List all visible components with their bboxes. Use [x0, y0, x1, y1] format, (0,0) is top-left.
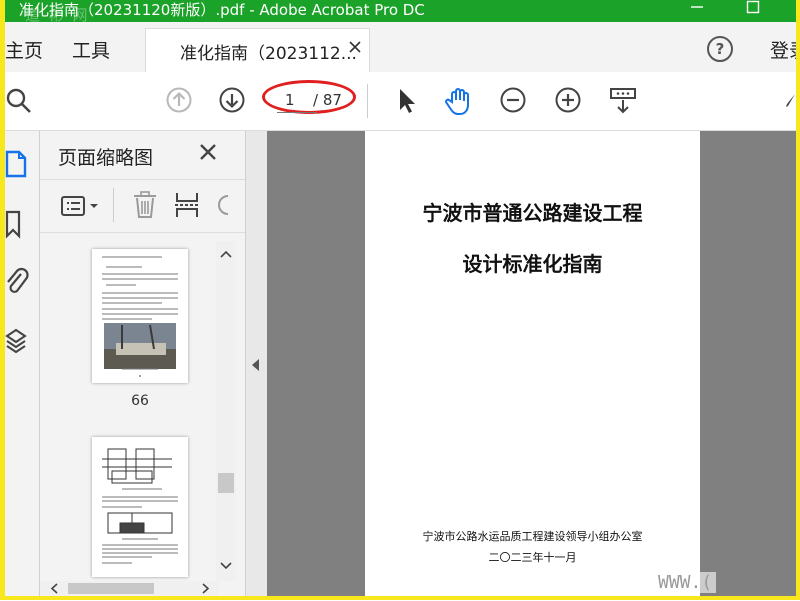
window-title: 准化指南（20231120新版）.pdf - Adobe Acrobat Pro…	[19, 1, 425, 19]
options-menu-button[interactable]	[60, 194, 104, 224]
www-watermark: WWW.(	[654, 572, 717, 593]
vertical-scroll-thumb[interactable]	[218, 473, 234, 493]
tab-document-label: 准化指南（2023112...	[180, 44, 357, 64]
document-issuer: 宁波市公路水运品质工程建设领导小组办公室	[422, 530, 643, 543]
thumbnail-vertical-scrollbar[interactable]	[216, 241, 236, 581]
collapse-panel-icon[interactable]	[252, 359, 259, 371]
total-pages: / 87	[313, 91, 342, 109]
page-thumbnails-button[interactable]	[5, 149, 29, 178]
page-thumbnails-panel: 页面缩略图 66	[40, 131, 245, 596]
thumbnail-page-66[interactable]	[92, 249, 188, 383]
frame-border-bottom	[0, 596, 800, 600]
layers-button[interactable]	[5, 326, 29, 354]
page-display-button[interactable]	[609, 86, 639, 120]
title-bar: 道 彬 网 准化指南（20231120新版）.pdf - Adobe Acrob…	[5, 0, 796, 24]
maximize-icon	[746, 0, 760, 14]
page-input-underline	[277, 112, 317, 113]
document-title-line2: 设计标准化指南	[462, 252, 603, 276]
document-title-line1: 宁波市普通公路建设工程	[422, 201, 643, 225]
page-split-icon	[175, 193, 199, 217]
next-page-button[interactable]	[218, 86, 246, 118]
list-options-icon	[61, 196, 98, 216]
panel-title: 页面缩略图	[58, 147, 154, 169]
panel-toolbar	[40, 179, 245, 233]
chevron-down-icon	[220, 562, 232, 570]
zoom-in-button[interactable]	[554, 86, 582, 118]
page-navigator: 1 / 87	[275, 88, 355, 113]
search-button[interactable]	[5, 86, 33, 118]
thumbnail-horizontal-scrollbar[interactable]	[40, 581, 218, 596]
extract-page-button[interactable]	[174, 190, 200, 224]
pdf-page: 宁波市普通公路建设工程 设计标准化指南 宁波市公路水运品质工程建设领导小组办公室…	[365, 131, 700, 601]
tab-home[interactable]: 主页	[5, 36, 43, 63]
hand-icon	[445, 88, 469, 115]
minimize-icon	[691, 6, 703, 8]
chevron-right-icon	[202, 583, 210, 594]
acrobat-window: 道 彬 网 准化指南（20231120新版）.pdf - Adobe Acrob…	[0, 0, 800, 601]
document-view[interactable]: 宁波市普通公路建设工程 设计标准化指南 宁波市公路水运品质工程建设领导小组办公室…	[267, 131, 796, 601]
frame-border-left	[0, 0, 5, 600]
frame-border-right	[796, 0, 800, 600]
bookmarks-button[interactable]	[5, 209, 29, 239]
panel-splitter[interactable]	[245, 131, 268, 596]
close-icon	[349, 41, 361, 53]
tab-bar: 主页 工具 准化指南（2023112... ? 登录	[5, 22, 800, 73]
tab-close-button[interactable]	[348, 38, 362, 59]
navigation-rail	[5, 131, 40, 596]
attachments-button[interactable]	[5, 266, 29, 294]
thumbnail-page-content	[102, 448, 178, 564]
select-tool-button[interactable]	[393, 86, 421, 118]
close-icon	[200, 144, 216, 160]
arrow-down-circle-icon	[219, 87, 245, 113]
trash-icon	[134, 191, 156, 218]
zoom-in-icon	[555, 87, 581, 113]
hand-tool-button[interactable]	[444, 86, 476, 120]
zoom-out-icon	[500, 87, 526, 113]
chevron-left-icon	[50, 583, 58, 594]
panel-close-button[interactable]	[199, 139, 217, 167]
rotate-icon	[218, 195, 229, 215]
horizontal-scroll-thumb[interactable]	[68, 583, 154, 594]
main-toolbar: 1 / 87	[5, 72, 796, 131]
delete-page-button[interactable]	[132, 190, 158, 224]
paperclip-icon	[7, 267, 29, 293]
minimize-button[interactable]	[677, 0, 717, 22]
panel-toolbar-divider	[113, 188, 114, 222]
tab-document[interactable]: 准化指南（2023112...	[145, 28, 370, 73]
thumbnail-page-number: 66	[131, 393, 149, 409]
help-icon[interactable]: ?	[707, 36, 733, 62]
cursor-arrow-icon	[400, 89, 415, 113]
tab-tools[interactable]: 工具	[72, 36, 110, 63]
document-date: 二〇二三年十一月	[488, 551, 577, 564]
rotate-page-button[interactable]	[216, 192, 230, 222]
bookmark-icon	[5, 210, 21, 239]
maximize-button[interactable]	[733, 0, 773, 22]
page-scroll-icon	[610, 88, 636, 114]
thumbnail-list[interactable]: 66	[40, 241, 218, 581]
zoom-out-button[interactable]	[499, 86, 527, 118]
page-thumbnail-icon	[5, 150, 27, 178]
current-page-input[interactable]: 1	[285, 91, 295, 109]
arrow-up-circle-icon	[166, 87, 192, 113]
thumbnail-page-content	[102, 256, 178, 377]
toolbar-divider	[367, 84, 368, 118]
chevron-up-icon	[220, 250, 232, 258]
search-icon	[6, 88, 31, 113]
thumbnail-page-next[interactable]	[92, 437, 188, 577]
previous-page-button[interactable]	[165, 86, 193, 118]
layers-icon	[5, 328, 27, 354]
